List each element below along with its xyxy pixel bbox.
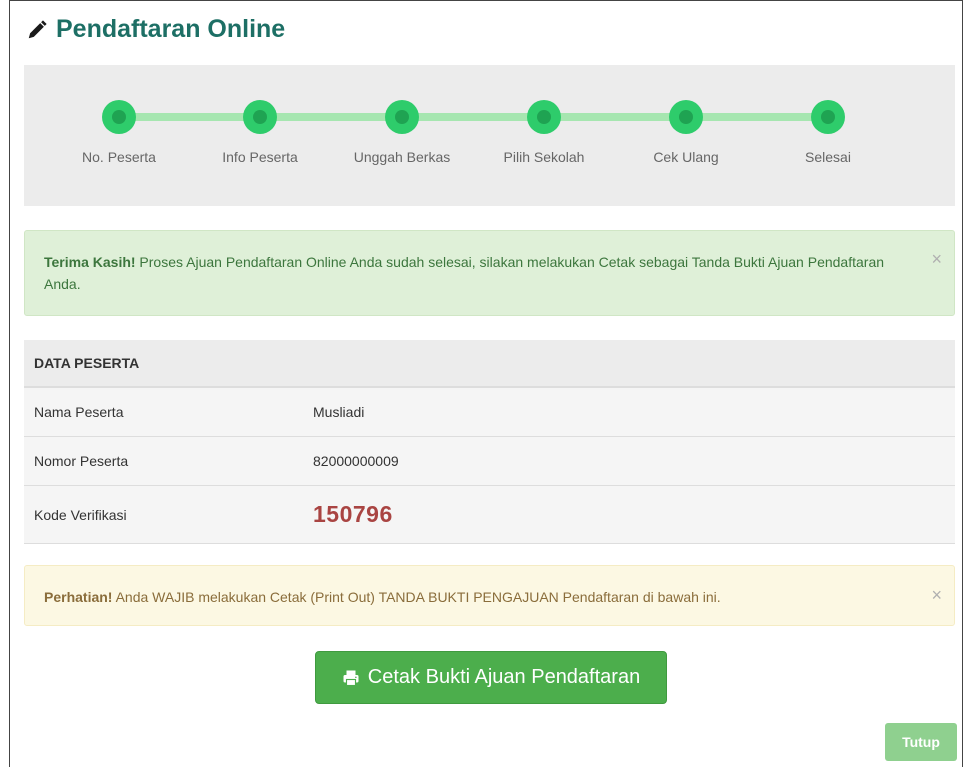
step-dot — [385, 100, 419, 134]
step-unggah-berkas: Unggah Berkas — [332, 100, 472, 165]
table-row: Nama Peserta Musliadi — [24, 388, 955, 437]
step-label: Unggah Berkas — [353, 149, 451, 165]
step-selesai: Selesai — [758, 100, 898, 165]
progress-steps: No. Peserta Info Peserta Unggah Berkas P… — [24, 65, 955, 206]
step-label: Info Peserta — [222, 149, 298, 165]
step-info-peserta: Info Peserta — [190, 100, 330, 165]
row-label: Nomor Peserta — [34, 453, 129, 469]
row-label: Kode Verifikasi — [34, 506, 127, 523]
step-no-peserta: No. Peserta — [49, 100, 189, 165]
modal-dialog: Pendaftaran Online No. Peserta Info Pese… — [9, 0, 963, 767]
step-label: Pilih Sekolah — [503, 149, 585, 165]
pencil-icon — [28, 19, 47, 38]
step-dot — [243, 100, 277, 134]
step-label: No. Peserta — [82, 149, 156, 165]
step-dot — [527, 100, 561, 134]
success-alert-strong: Terima Kasih! — [44, 254, 136, 270]
row-label: Nama Peserta — [34, 404, 124, 420]
print-button-label: Cetak Bukti Ajuan Pendaftaran — [367, 666, 641, 688]
step-cek-ulang: Cek Ulang — [616, 100, 756, 165]
close-button[interactable]: Tutup — [885, 723, 957, 761]
table-header: DATA PESERTA — [24, 340, 955, 388]
success-alert-text: Proses Ajuan Pendaftaran Online Anda sud… — [44, 254, 885, 292]
success-alert: Terima Kasih! Proses Ajuan Pendaftaran O… — [24, 230, 955, 316]
table-row: Nomor Peserta 82000000009 — [24, 437, 955, 486]
participant-table: DATA PESERTA Nama Peserta Musliadi Nomor… — [24, 340, 955, 544]
table-row: Kode Verifikasi 150796 — [24, 486, 955, 544]
warning-alert-text: Anda WAJIB melakukan Cetak (Print Out) T… — [112, 589, 721, 605]
printer-icon — [343, 670, 359, 686]
page-title-text: Pendaftaran Online — [56, 15, 286, 43]
step-dot — [102, 100, 136, 134]
row-value: Musliadi — [313, 404, 365, 420]
step-label: Cek Ulang — [653, 149, 719, 165]
warning-alert: Perhatian! Anda WAJIB melakukan Cetak (P… — [24, 565, 955, 626]
step-dot — [811, 100, 845, 134]
print-button[interactable]: Cetak Bukti Ajuan Pendaftaran — [315, 651, 667, 704]
step-label: Selesai — [805, 149, 851, 165]
step-dot — [669, 100, 703, 134]
page-title: Pendaftaran Online — [26, 15, 285, 44]
verification-code: 150796 — [313, 501, 393, 527]
warning-alert-strong: Perhatian! — [44, 589, 113, 605]
step-pilih-sekolah: Pilih Sekolah — [474, 100, 614, 165]
close-icon[interactable]: × — [931, 585, 942, 605]
row-value: 82000000009 — [313, 453, 399, 469]
close-icon[interactable]: × — [931, 249, 942, 269]
